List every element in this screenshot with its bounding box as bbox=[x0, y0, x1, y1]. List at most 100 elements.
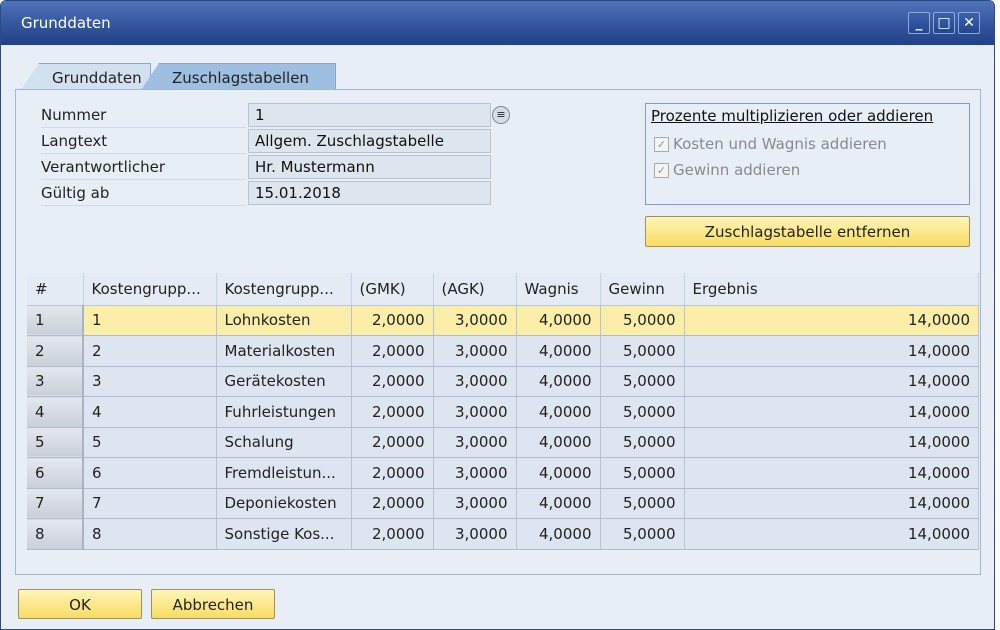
table-cell[interactable]: 5,0000 bbox=[600, 488, 685, 519]
gueltig-ab-field[interactable]: 15.01.2018 bbox=[248, 181, 491, 205]
row-number[interactable]: 7 bbox=[27, 488, 84, 519]
table-row[interactable]: 4 4 Fuhrleistungen 2,0000 3,0000 4,0000 5,0000… bbox=[27, 396, 979, 428]
table-cell[interactable]: 5,0000 bbox=[600, 335, 685, 367]
table-cell[interactable]: 4,0000 bbox=[516, 396, 601, 428]
table-cell[interactable]: 14,0000 bbox=[684, 366, 979, 397]
checkbox-label: Kosten und Wagnis addieren bbox=[673, 135, 887, 153]
table-cell[interactable]: 3,0000 bbox=[433, 457, 517, 489]
table-row[interactable]: 5 5 Schalung 2,0000 3,0000 4,0000 5,0000 14,000… bbox=[27, 427, 979, 458]
table-cell[interactable]: 3 bbox=[83, 366, 217, 397]
table-row[interactable]: 3 3 Gerätekosten 2,0000 3,0000 4,0000 5,0000 14… bbox=[27, 366, 979, 397]
nummer-field[interactable]: 1 bbox=[248, 103, 491, 127]
table-cell[interactable]: 4,0000 bbox=[516, 366, 601, 397]
table-cell[interactable]: 4,0000 bbox=[516, 305, 601, 336]
table-row[interactable]: 7 7 Deponiekosten 2,0000 3,0000 4,0000 5,0000 1… bbox=[27, 488, 979, 519]
table-cell[interactable]: 14,0000 bbox=[684, 488, 979, 519]
column-header[interactable]: Wagnis bbox=[516, 273, 601, 306]
row-number[interactable]: 6 bbox=[27, 457, 84, 489]
table-cell[interactable]: Deponiekosten bbox=[216, 488, 352, 519]
kosten-wagnis-checkbox[interactable]: ✓ Kosten und Wagnis addieren bbox=[654, 135, 887, 153]
table-cell[interactable]: 5,0000 bbox=[600, 427, 685, 458]
table-cell[interactable]: Fuhrleistungen bbox=[216, 396, 352, 428]
table-cell[interactable]: 6 bbox=[83, 457, 217, 489]
table-cell[interactable]: 14,0000 bbox=[684, 335, 979, 367]
table-cell[interactable]: 5,0000 bbox=[600, 366, 685, 397]
table-cell[interactable]: 2,0000 bbox=[351, 305, 434, 336]
table-cell[interactable]: 2,0000 bbox=[351, 366, 434, 397]
table-cell[interactable]: 5,0000 bbox=[600, 396, 685, 428]
table-cell[interactable]: 8 bbox=[83, 518, 217, 550]
table-cell[interactable]: Gerätekosten bbox=[216, 366, 352, 397]
row-number[interactable]: 5 bbox=[27, 427, 84, 458]
table-cell[interactable]: 3,0000 bbox=[433, 335, 517, 367]
table-cell[interactable]: 3,0000 bbox=[433, 427, 517, 458]
table-cell[interactable]: 5,0000 bbox=[600, 305, 685, 336]
column-header[interactable]: Gewinn bbox=[600, 273, 685, 306]
close-button[interactable]: ✕ bbox=[958, 12, 980, 34]
verantwortlicher-field[interactable]: Hr. Mustermann bbox=[248, 155, 491, 179]
row-number[interactable]: 1 bbox=[27, 305, 84, 336]
column-header[interactable]: (AGK) bbox=[433, 273, 517, 306]
table-cell[interactable]: 4,0000 bbox=[516, 518, 601, 550]
table-cell[interactable]: 2,0000 bbox=[351, 396, 434, 428]
table-cell[interactable]: 3,0000 bbox=[433, 366, 517, 397]
table-cell[interactable]: 14,0000 bbox=[684, 396, 979, 428]
table-cell[interactable]: Lohnkosten bbox=[216, 305, 352, 336]
table-cell[interactable]: 7 bbox=[83, 488, 217, 519]
table-cell[interactable]: 4,0000 bbox=[516, 488, 601, 519]
dialog-window: Grunddaten _ □ ✕ Grunddaten Zuschlagstab… bbox=[0, 0, 995, 630]
column-header[interactable]: Ergebnis bbox=[684, 273, 979, 306]
table-cell[interactable]: 2,0000 bbox=[351, 427, 434, 458]
table-cell[interactable]: 3,0000 bbox=[433, 488, 517, 519]
ok-button[interactable]: OK bbox=[18, 589, 142, 619]
table-cell[interactable]: 3,0000 bbox=[433, 305, 517, 336]
table-cell[interactable]: 5 bbox=[83, 427, 217, 458]
table-cell[interactable]: 2,0000 bbox=[351, 488, 434, 519]
table-cell[interactable]: Materialkosten bbox=[216, 335, 352, 367]
table-row[interactable]: 1 1 Lohnkosten 2,0000 3,0000 4,0000 5,0000 14,0… bbox=[27, 305, 979, 336]
column-header[interactable]: # bbox=[27, 273, 84, 306]
langtext-field[interactable]: Allgem. Zuschlagstabelle bbox=[248, 129, 491, 153]
table-cell[interactable]: Schalung bbox=[216, 427, 352, 458]
column-header[interactable]: Kostengrupp... bbox=[83, 273, 217, 306]
cancel-button[interactable]: Abbrechen bbox=[151, 589, 275, 619]
table-cell[interactable]: 2,0000 bbox=[351, 335, 434, 367]
table-cell[interactable]: 2,0000 bbox=[351, 457, 434, 489]
table-cell[interactable]: 4,0000 bbox=[516, 335, 601, 367]
column-header[interactable]: Kostengrupp... bbox=[216, 273, 352, 306]
table-cell[interactable]: 5,0000 bbox=[600, 457, 685, 489]
row-number[interactable]: 2 bbox=[27, 335, 84, 367]
row-number[interactable]: 3 bbox=[27, 366, 84, 397]
table-cell[interactable]: 4 bbox=[83, 396, 217, 428]
gewinn-checkbox[interactable]: ✓ Gewinn addieren bbox=[654, 161, 800, 179]
table-cell[interactable]: 14,0000 bbox=[684, 427, 979, 458]
row-number[interactable]: 4 bbox=[27, 396, 84, 428]
table-cell[interactable]: 2 bbox=[83, 335, 217, 367]
table-cell[interactable]: 5,0000 bbox=[600, 518, 685, 550]
table-cell[interactable]: Sonstige Kos... bbox=[216, 518, 352, 550]
table-cell[interactable]: 3,0000 bbox=[433, 396, 517, 428]
maximize-button[interactable]: □ bbox=[933, 12, 955, 34]
table-cell[interactable]: 14,0000 bbox=[684, 457, 979, 489]
gueltig-ab-label: Gültig ab bbox=[41, 181, 246, 206]
tab-grunddaten[interactable]: Grunddaten bbox=[21, 63, 151, 90]
tab-zuschlagstabellen[interactable]: Zuschlagstabellen bbox=[141, 63, 336, 90]
table-cell[interactable]: 2,0000 bbox=[351, 518, 434, 550]
column-header[interactable]: (GMK) bbox=[351, 273, 434, 306]
lookup-icon[interactable]: ≡ bbox=[492, 106, 510, 124]
table-row[interactable]: 6 6 Fremdleistun... 2,0000 3,0000 4,0000 5,000… bbox=[27, 457, 979, 489]
title-bar: Grunddaten bbox=[1, 1, 994, 45]
table-cell[interactable]: 4,0000 bbox=[516, 457, 601, 489]
checkbox-checked-icon: ✓ bbox=[654, 136, 669, 152]
remove-table-button[interactable]: Zuschlagstabelle entfernen bbox=[645, 216, 970, 247]
table-row[interactable]: 8 8 Sonstige Kos... 2,0000 3,0000 4,0000 5,000… bbox=[27, 518, 979, 550]
minimize-button[interactable]: _ bbox=[908, 12, 930, 34]
table-row[interactable]: 2 2 Materialkosten 2,0000 3,0000 4,0000 5,0000… bbox=[27, 335, 979, 367]
table-cell[interactable]: 3,0000 bbox=[433, 518, 517, 550]
table-cell[interactable]: 1 bbox=[83, 305, 217, 336]
table-cell[interactable]: 14,0000 bbox=[684, 305, 979, 336]
table-cell[interactable]: 4,0000 bbox=[516, 427, 601, 458]
row-number[interactable]: 8 bbox=[27, 518, 84, 550]
table-cell[interactable]: Fremdleistun... bbox=[216, 457, 352, 489]
table-cell[interactable]: 14,0000 bbox=[684, 518, 979, 550]
